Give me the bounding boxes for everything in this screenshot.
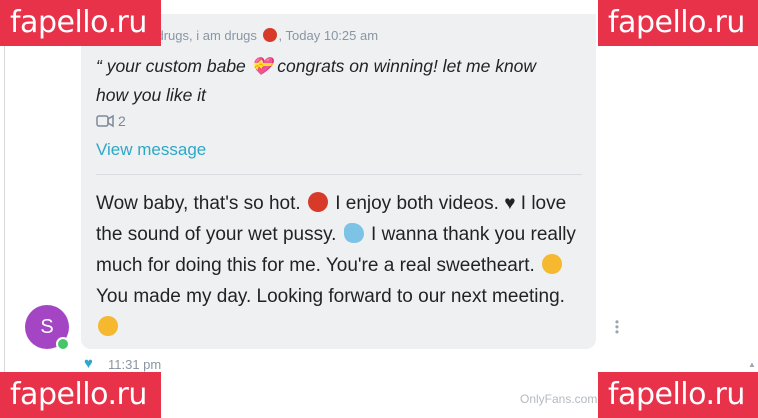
divider [96, 174, 582, 175]
message-segment-4: You made my day. Looking forward to our … [96, 286, 565, 307]
kissing-face-emoji-icon [98, 316, 118, 336]
heart-icon[interactable]: ♥ [84, 355, 93, 372]
watermark-badge-bottom-left: fapello.ru [0, 372, 161, 418]
angry-face-emoji-icon [307, 192, 328, 212]
watermark-badge-bottom-right: fapello.ru [598, 372, 758, 418]
sweat-droplets-emoji-icon [343, 223, 364, 243]
scroll-up-arrow-icon[interactable]: ▲ [748, 360, 756, 370]
view-message-link[interactable]: View message [96, 140, 206, 160]
message-segment-1: Wow baby, that's so hot. [96, 193, 301, 214]
video-icon [96, 114, 114, 128]
watermark-badge-top-right: fapello.ru [598, 0, 758, 46]
watermark-badge-top-left: fapello.ru [0, 0, 161, 46]
online-status-indicator [56, 337, 70, 351]
media-count: 2 [96, 113, 126, 129]
left-border [4, 0, 5, 418]
footer-watermark: OnlyFans.com [520, 392, 598, 406]
media-count-value: 2 [118, 113, 126, 129]
quoted-message-text: “ your custom babe 💝 congrats on winning… [96, 56, 537, 105]
smiling-hearts-emoji-icon [542, 254, 563, 274]
message-time: 11:31 pm [108, 357, 162, 372]
message-text: Wow baby, that's so hot. I enjoy both vi… [96, 188, 584, 343]
more-options-icon[interactable]: • • • [614, 316, 620, 338]
devil-emoji-icon [262, 28, 277, 42]
quoted-timestamp: Today 10:25 am [285, 28, 379, 43]
